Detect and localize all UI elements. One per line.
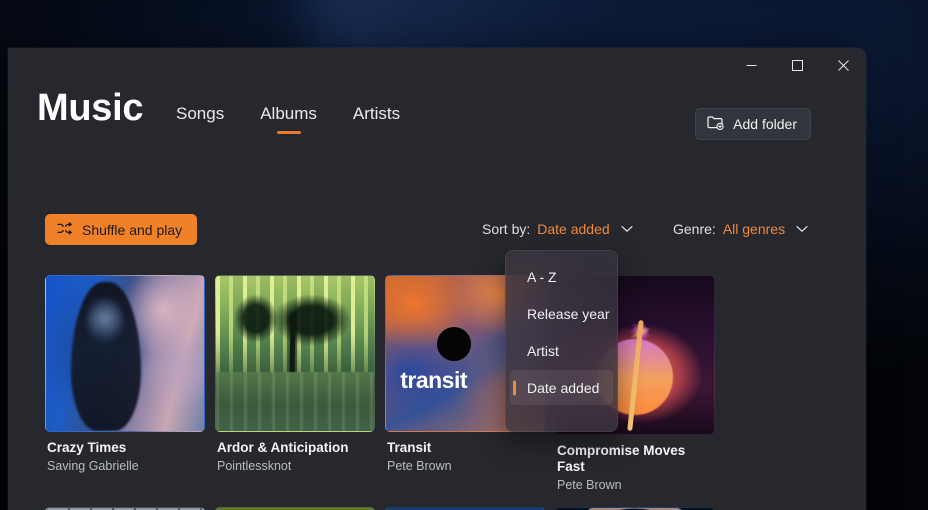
app-header: Music Songs Albums Artists Add folder — [8, 87, 866, 150]
album-meta: Crazy Times Saving Gabrielle — [45, 432, 205, 474]
chevron-down-icon — [796, 225, 808, 233]
album-artist: Pointlessknot — [217, 459, 292, 473]
folder-add-icon — [707, 115, 724, 133]
music-app-window: Music Songs Albums Artists Add folder Sh… — [8, 48, 866, 510]
album-cover-art[interactable] — [215, 275, 375, 432]
album-cover-text: transit — [400, 366, 468, 393]
album-artist: Saving Gabrielle — [47, 459, 139, 473]
genre-value: All genres — [722, 221, 786, 237]
album-card[interactable]: Crazy Times Saving Gabrielle — [45, 275, 205, 493]
sort-option-artist[interactable]: Artist — [510, 333, 613, 368]
album-artist: Pete Brown — [557, 478, 622, 492]
album-artist: Pete Brown — [387, 459, 452, 473]
nav-tabs: Songs Albums Artists — [176, 104, 400, 136]
shuffle-and-play-button[interactable]: Shuffle and play — [45, 214, 198, 245]
tab-artists[interactable]: Artists — [353, 104, 400, 136]
album-meta: Transit Pete Brown — [385, 432, 545, 474]
sort-by-selector[interactable]: Sort by: Date added — [482, 221, 633, 237]
chevron-down-icon — [621, 225, 633, 233]
maximize-button[interactable] — [774, 48, 820, 82]
close-button[interactable] — [820, 48, 866, 82]
window-titlebar — [8, 48, 866, 88]
controls-row: Shuffle and play Sort by: Date added Gen… — [8, 208, 866, 250]
sort-option-a-z[interactable]: A - Z — [510, 259, 613, 294]
shuffle-label: Shuffle and play — [82, 221, 183, 238]
sort-by-value: Date added — [537, 221, 610, 237]
album-card[interactable]: Ardor & Anticipation Pointlessknot — [215, 275, 375, 493]
albums-row-1: Crazy Times Saving Gabrielle Ardor & Ant… — [45, 275, 866, 493]
minimize-button[interactable] — [728, 48, 774, 82]
sort-option-date-added[interactable]: Date added — [510, 370, 613, 405]
albums-grid: Crazy Times Saving Gabrielle Ardor & Ant… — [45, 275, 866, 510]
genre-selector[interactable]: Genre: All genres — [673, 221, 808, 237]
sort-option-release-year[interactable]: Release year — [510, 296, 613, 331]
genre-label: Genre: — [673, 221, 716, 237]
album-meta: Ardor & Anticipation Pointlessknot — [215, 432, 375, 474]
album-title: Compromise Moves Fast — [557, 443, 686, 474]
add-folder-label: Add folder — [733, 116, 797, 132]
add-folder-button[interactable]: Add folder — [695, 108, 811, 140]
album-title: Ardor & Anticipation — [217, 440, 349, 455]
album-title: Crazy Times — [47, 440, 127, 455]
album-cover-art[interactable] — [45, 275, 205, 432]
shuffle-icon — [57, 221, 73, 238]
album-title: Transit — [387, 440, 432, 455]
sort-by-label: Sort by: — [482, 221, 531, 237]
tab-albums[interactable]: Albums — [260, 104, 317, 136]
album-meta: Compromise Moves Fast Pete Brown — [555, 435, 715, 493]
page-title: Music — [37, 87, 144, 129]
tab-songs[interactable]: Songs — [176, 104, 224, 136]
sort-by-flyout-menu[interactable]: A - Z Release year Artist Date added — [505, 250, 618, 432]
